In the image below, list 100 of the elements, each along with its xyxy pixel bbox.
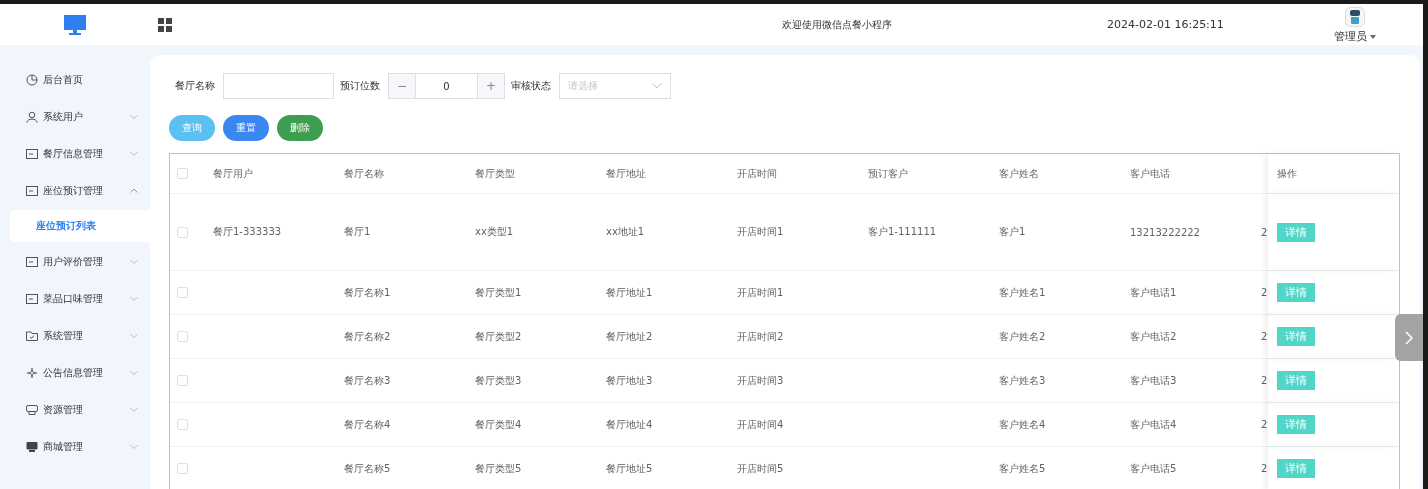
monitor-icon — [26, 440, 38, 453]
table-cell: 餐厅地址2 — [606, 329, 653, 344]
table-cell: 客户电话1 — [1130, 285, 1177, 300]
checkbox[interactable] — [177, 419, 188, 430]
table-cell: 开店时间2 — [737, 329, 784, 344]
field-label: 餐厅名称 — [175, 79, 215, 93]
user-name[interactable]: 管理员 — [1333, 29, 1367, 44]
sidebar-item[interactable]: 商城管理 — [0, 428, 150, 465]
next-button[interactable] — [1395, 314, 1423, 361]
table-cell: 客户电话5 — [1130, 461, 1177, 476]
table-cell: 客户姓名1 — [999, 285, 1046, 300]
table-cell: 开店时间1 — [737, 285, 784, 300]
table-cell: 餐厅地址5 — [606, 461, 653, 476]
column-header: 开店时间 — [737, 166, 777, 181]
table-cell: 客户电话4 — [1130, 417, 1177, 432]
delete-button[interactable]: 删除 — [277, 115, 323, 141]
table-cell: 餐厅类型5 — [475, 461, 522, 476]
table-cell: 开店时间3 — [737, 373, 784, 388]
table-cell: 2 — [1261, 419, 1268, 430]
column-header: 预订客户 — [868, 166, 908, 181]
checkbox[interactable] — [177, 375, 188, 386]
sidebar-item[interactable]: 公告信息管理 — [0, 354, 150, 391]
sparkle-icon — [26, 366, 38, 379]
avatar-icon — [1344, 7, 1365, 27]
table-cell: 餐厅类型3 — [475, 373, 522, 388]
checkbox[interactable] — [177, 463, 188, 474]
sidebar-item[interactable]: 资源管理 — [0, 391, 150, 428]
sidebar-item[interactable]: 用户评价管理 — [0, 243, 150, 280]
column-header: 餐厅地址 — [606, 166, 646, 181]
table-cell: 餐厅类型4 — [475, 417, 522, 432]
chevron-right-icon — [1405, 330, 1413, 345]
table-cell: xx地址1 — [606, 225, 645, 239]
table-cell: 2 — [1261, 463, 1268, 474]
table-cell: 客户1 — [999, 225, 1026, 239]
card-icon — [26, 292, 38, 305]
table-cell: 2 — [1261, 331, 1268, 342]
folder-icon — [26, 329, 38, 342]
table-cell: 2 — [1261, 375, 1268, 386]
checkbox[interactable] — [177, 168, 188, 179]
monitor-icon — [64, 14, 86, 35]
table-cell: 餐厅类型2 — [475, 329, 522, 344]
table-cell: 餐厅1 — [344, 225, 371, 239]
sidebar-subitem[interactable]: 座位预订列表 — [10, 210, 150, 242]
pie-chart-icon — [26, 73, 38, 86]
sidebar-item[interactable]: 后台首页 — [0, 61, 150, 98]
text-input[interactable] — [223, 73, 334, 99]
table-cell: 餐厅1-333333 — [213, 225, 282, 239]
table-cell: 客户姓名5 — [999, 461, 1046, 476]
table-cell: 客户姓名2 — [999, 329, 1046, 344]
table-cell: 餐厅类型1 — [475, 285, 522, 300]
table-cell: 客户电话2 — [1130, 329, 1177, 344]
table-cell: 餐厅名称5 — [344, 461, 391, 476]
column-header: 餐厅用户 — [213, 166, 253, 181]
table-cell: 开店时间4 — [737, 417, 784, 432]
checkbox[interactable] — [177, 226, 188, 238]
checkbox[interactable] — [177, 331, 188, 342]
field-label: 预订位数 — [340, 79, 380, 93]
table-cell: 餐厅名称3 — [344, 373, 391, 388]
table-cell: 客户姓名3 — [999, 373, 1046, 388]
sidebar-item[interactable]: 座位预订管理 — [0, 172, 150, 209]
checkbox[interactable] — [177, 287, 188, 298]
user-icon — [26, 110, 38, 123]
sidebar-item[interactable]: 菜品口味管理 — [0, 280, 150, 317]
card-icon — [26, 255, 38, 268]
column-header: 餐厅类型 — [475, 166, 515, 181]
card-icon — [26, 147, 38, 160]
table-cell: 餐厅名称4 — [344, 417, 391, 432]
column-header: 操作 — [1277, 166, 1297, 181]
header-title: 欢迎使用微信点餐小程序 — [781, 17, 893, 32]
table-cell: 2 — [1261, 287, 1268, 298]
table-cell: 餐厅地址3 — [606, 373, 653, 388]
table-cell: 餐厅名称2 — [344, 329, 391, 344]
increment-button[interactable]: + — [478, 74, 504, 98]
sidebar-item[interactable]: 系统管理 — [0, 317, 150, 354]
sidebar-item[interactable]: 餐厅信息管理 — [0, 135, 150, 172]
column-header: 客户姓名 — [999, 166, 1039, 181]
table-cell: 开店时间5 — [737, 461, 784, 476]
table-cell: 餐厅地址1 — [606, 285, 653, 300]
search-button[interactable]: 查询 — [169, 115, 215, 141]
header-datetime: 2024-02-01 16:25:11 — [1107, 18, 1224, 31]
card-icon — [26, 184, 38, 197]
column-header: 餐厅名称 — [344, 166, 384, 181]
menu-toggle[interactable] — [158, 17, 172, 32]
table-cell: xx类型1 — [475, 225, 514, 239]
printer-icon — [26, 403, 38, 416]
reset-button[interactable]: 重置 — [223, 115, 269, 141]
decrement-button[interactable]: − — [389, 74, 415, 98]
grid-icon — [158, 17, 172, 32]
table-cell: 13213222222 — [1130, 226, 1200, 238]
table-cell: 客户电话3 — [1130, 373, 1177, 388]
table-cell: 客户姓名4 — [999, 417, 1046, 432]
table-cell: 餐厅地址4 — [606, 417, 653, 432]
table-cell: 2 — [1261, 226, 1268, 238]
sidebar-item[interactable]: 系统用户 — [0, 98, 150, 135]
table-cell: 餐厅名称1 — [344, 285, 391, 300]
column-header: 客户电话 — [1130, 166, 1170, 181]
field-label: 审核状态 — [511, 79, 551, 93]
caret-icon — [1369, 34, 1376, 39]
table-cell: 客户1-111111 — [868, 225, 937, 239]
chevron-down-icon — [652, 83, 662, 89]
